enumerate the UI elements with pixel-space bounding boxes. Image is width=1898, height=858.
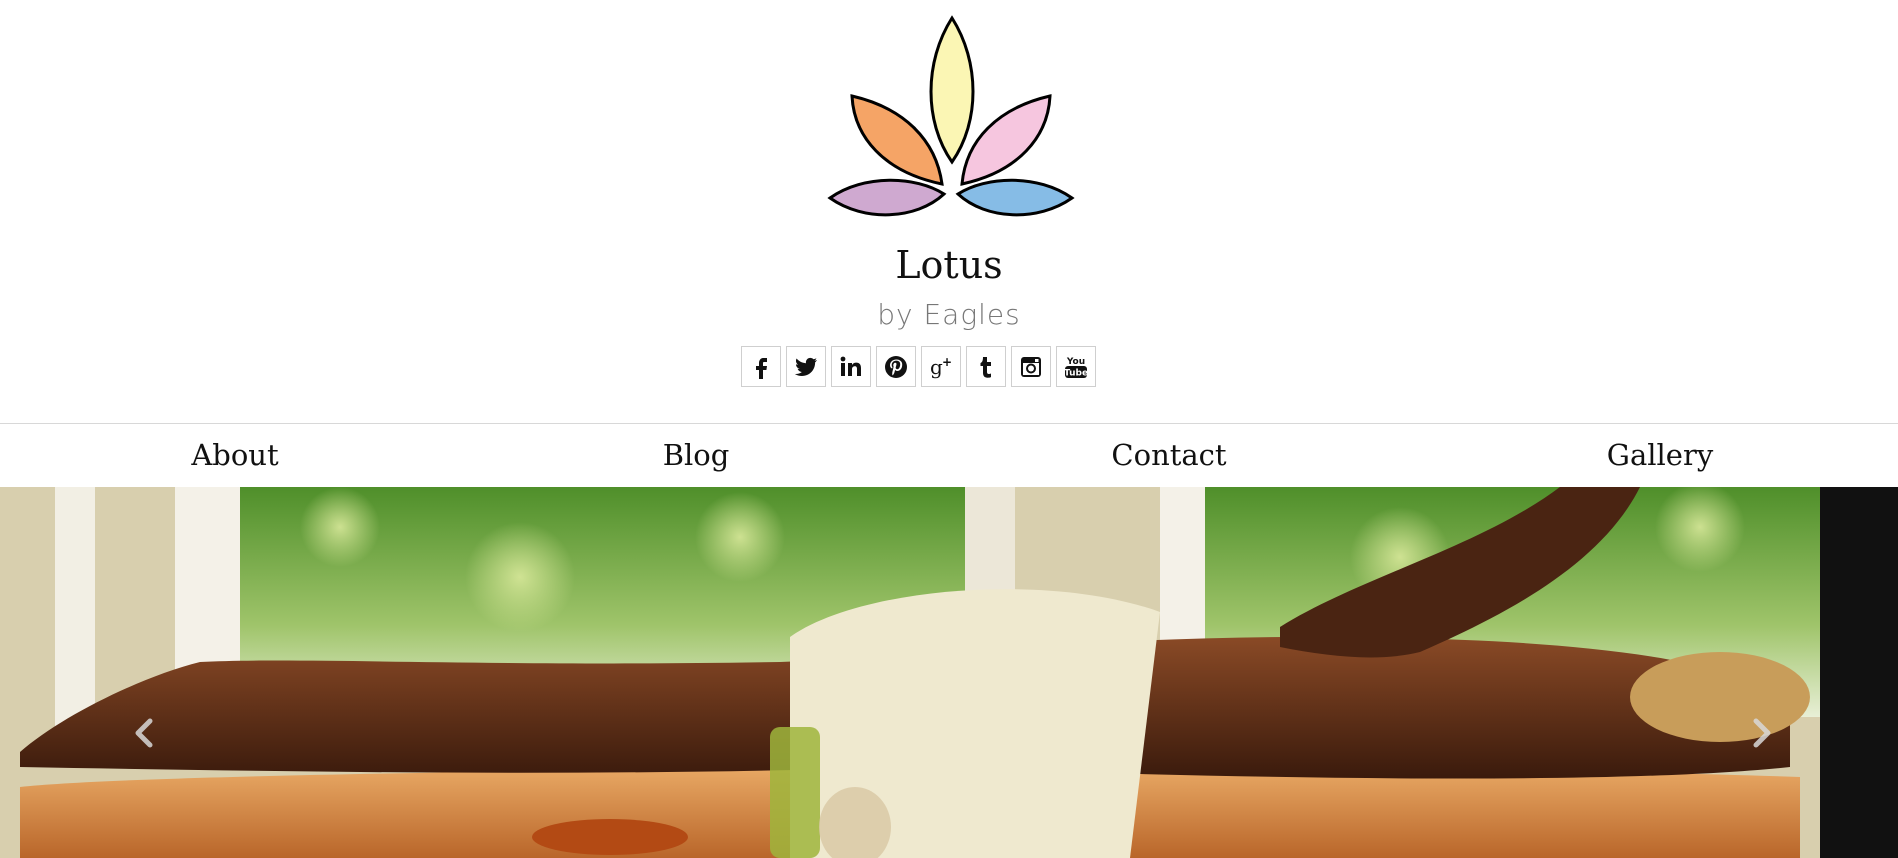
chevron-left-icon[interactable] [126, 715, 162, 751]
youtube-label-bottom: Tube [1064, 368, 1088, 378]
lotus-logo-icon[interactable] [824, 12, 1078, 222]
youtube-icon: You Tube [1064, 357, 1088, 379]
pinterest-icon [885, 355, 907, 378]
twitter-icon [794, 357, 817, 376]
linkedin-button[interactable] [831, 346, 871, 387]
instagram-button[interactable] [1011, 346, 1051, 387]
nav-item-contact[interactable]: Contact [1111, 438, 1226, 472]
facebook-button[interactable] [741, 346, 781, 387]
nav-item-about[interactable]: About [191, 438, 278, 472]
youtube-button[interactable]: You Tube [1056, 346, 1096, 387]
logo-petal-bottom-left [827, 178, 947, 217]
tumblr-button[interactable] [966, 346, 1006, 387]
hero-image-massage [0, 487, 1898, 858]
pinterest-button[interactable] [876, 346, 916, 387]
hero-carousel [0, 487, 1898, 858]
site-header: Lotus by Eagles g + You Tube [0, 0, 1898, 424]
social-links: g + You Tube [741, 346, 1096, 389]
svg-text:+: + [942, 355, 952, 369]
main-nav: About Blog Contact Gallery [0, 424, 1898, 487]
logo-petal-bottom-right [955, 178, 1075, 217]
facebook-icon [756, 357, 767, 379]
google-plus-button[interactable]: g + [921, 346, 961, 387]
logo-petal-left [850, 94, 944, 186]
linkedin-icon [840, 356, 861, 376]
logo-petal-right [960, 94, 1052, 186]
instagram-icon [1021, 356, 1041, 377]
twitter-button[interactable] [786, 346, 826, 387]
nav-item-blog[interactable]: Blog [663, 438, 730, 472]
google-plus-icon: g + [930, 355, 952, 379]
nav-item-gallery[interactable]: Gallery [1607, 438, 1713, 472]
tumblr-icon [980, 356, 991, 378]
youtube-label-top: You [1066, 357, 1085, 367]
chevron-right-icon[interactable] [1744, 715, 1780, 751]
site-title[interactable]: Lotus [0, 240, 1898, 290]
logo-petal-center [929, 15, 975, 165]
site-subtitle: by Eagles [877, 298, 1021, 331]
